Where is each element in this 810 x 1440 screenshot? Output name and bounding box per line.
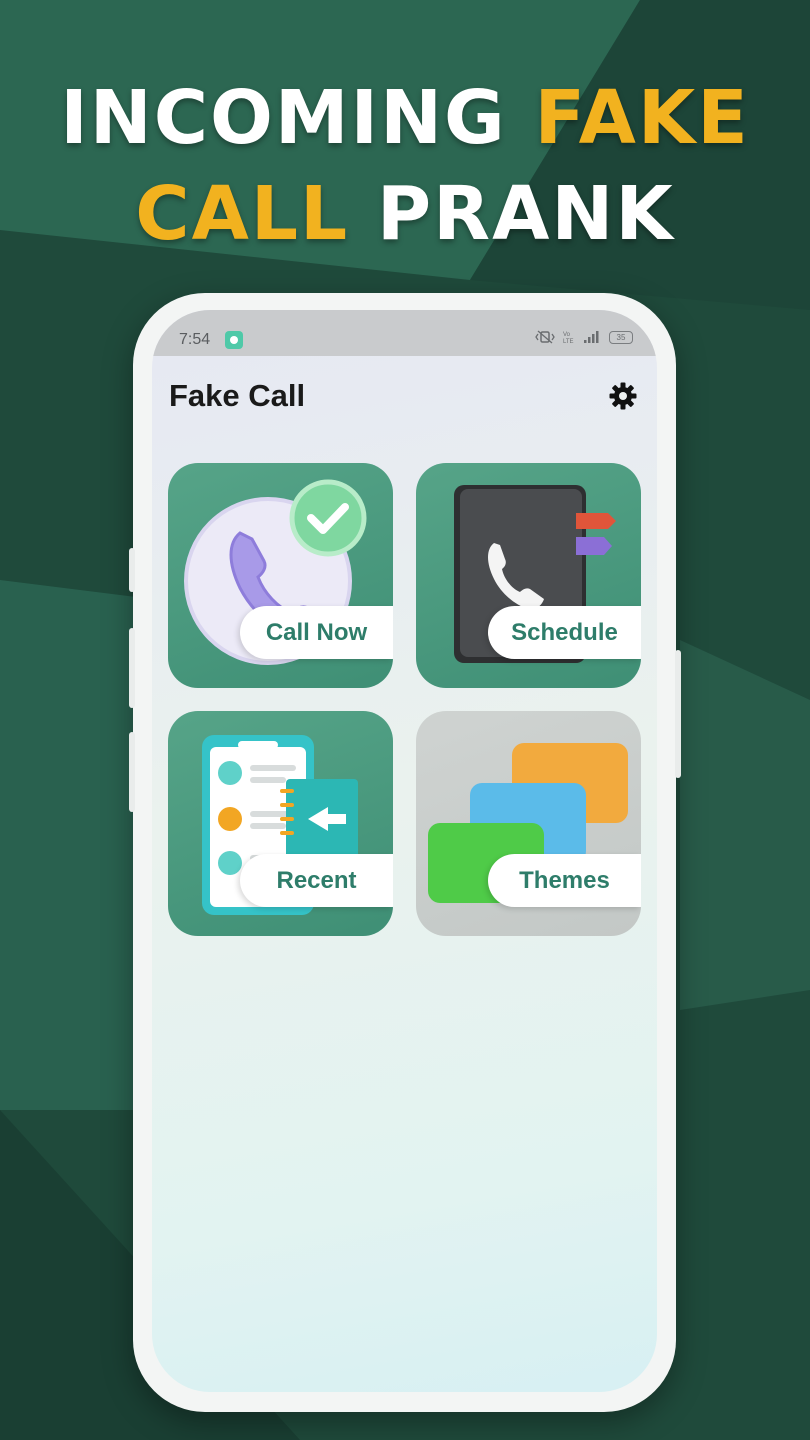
signal-icon [584, 331, 599, 343]
phone-power-button [675, 650, 681, 778]
headline-prank: PRANK [349, 171, 675, 257]
themes-button[interactable]: Themes [488, 854, 641, 907]
volte-icon: Vo LTE [563, 332, 574, 344]
recent-button[interactable]: Recent [240, 854, 393, 907]
svg-text:Vo: Vo [563, 332, 571, 338]
phone-volume-up [129, 628, 135, 708]
schedule-button[interactable]: Schedule [488, 606, 641, 659]
status-bar: 7:54 Vo LTE 35 [152, 310, 657, 356]
status-icons: Vo LTE 35 [535, 330, 633, 344]
phone-volume-down [129, 732, 135, 812]
phone-side-button [129, 548, 135, 592]
promo-headline: INCOMING FAKE CALL PRANK [0, 70, 810, 262]
call-now-button[interactable]: Call Now [240, 606, 393, 659]
headline-incoming: INCOMING [60, 75, 535, 161]
headline-call: CALL [135, 171, 350, 257]
tile-themes[interactable]: Themes [416, 711, 641, 936]
gear-icon[interactable] [607, 380, 639, 412]
vibrate-icon [535, 330, 555, 344]
tile-recent[interactable]: Recent [168, 711, 393, 936]
app-title: Fake Call [169, 378, 306, 413]
status-time: 7:54 [179, 331, 211, 348]
call-now-label: Call Now [265, 618, 368, 646]
svg-text:LTE: LTE [563, 339, 574, 344]
headline-fake: FAKE [534, 75, 750, 161]
phone-screen: 7:54 Vo LTE 35 Fake Call Call Now Schedu… [152, 310, 657, 1392]
schedule-label: Schedule [511, 618, 618, 646]
tile-schedule[interactable]: Schedule [416, 463, 641, 688]
themes-label: Themes [519, 866, 610, 894]
notification-icon [225, 331, 243, 349]
tile-call-now[interactable]: Call Now [168, 463, 393, 688]
recent-label: Recent [276, 866, 357, 894]
battery-icon: 35 [609, 330, 633, 344]
